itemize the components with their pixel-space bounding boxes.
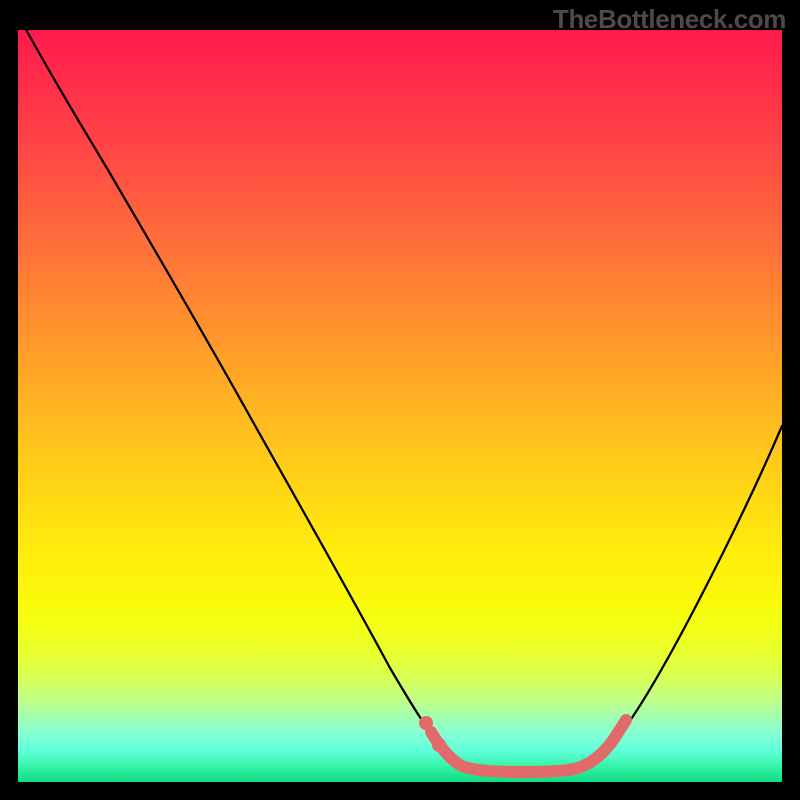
chart-stage: TheBottleneck.com xyxy=(0,0,800,800)
bottleneck-curve xyxy=(18,30,782,782)
plot-area xyxy=(18,30,782,782)
main-curve-path xyxy=(18,15,782,770)
highlight-band xyxy=(431,720,626,772)
highlight-dot-1 xyxy=(419,716,433,730)
highlight-dot-2 xyxy=(432,738,446,752)
